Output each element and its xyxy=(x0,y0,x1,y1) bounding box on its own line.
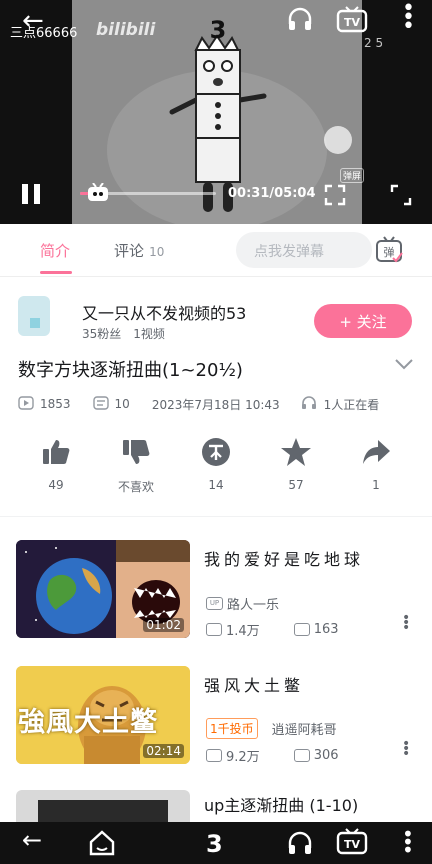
uploader-videos: 1视频 xyxy=(133,327,165,341)
share-button[interactable]: 1 xyxy=(346,436,406,492)
video-stats: 1853 10 2023年7月18日 10:43 1人正在看 xyxy=(18,394,379,414)
play-count: 1853 xyxy=(40,397,71,411)
overlay-username: 三点66666 xyxy=(10,26,78,41)
more-options-icon[interactable]: • • • xyxy=(402,737,410,761)
tab-intro-label: 简介 xyxy=(40,242,71,260)
view-count: 1.4万 xyxy=(226,624,260,639)
page-indicator: 2 5 xyxy=(364,36,384,50)
dislike-button[interactable]: 不喜欢 xyxy=(106,436,166,495)
coin-badge: 1千投币 xyxy=(206,718,258,739)
on-screen-number: 3 xyxy=(206,830,223,858)
danmaku-screen-button[interactable]: 弹屏 xyxy=(340,168,365,183)
svg-text:TV: TV xyxy=(344,16,361,29)
tv-cast-icon[interactable]: TV xyxy=(336,828,368,860)
on-screen-number: 3 xyxy=(210,16,227,44)
svg-text:TV: TV xyxy=(344,838,361,851)
uploader-name[interactable]: 又一只从不发视频的53 xyxy=(82,300,246,324)
danmaku-toggle-icon[interactable]: 弹 xyxy=(374,236,404,268)
headphones-icon[interactable] xyxy=(286,830,314,860)
share-count: 1 xyxy=(372,478,380,492)
more-vertical-icon[interactable]: • • • xyxy=(402,824,414,860)
more-vertical-icon[interactable]: • • • xyxy=(402,0,415,38)
recommendation-card[interactable]: 01:02 我的爱好是吃地球 UP 路人一乐 1.4万 163 • • • xyxy=(0,532,432,650)
recommendation-author: UP 路人一乐 xyxy=(206,594,279,613)
like-count: 49 xyxy=(48,478,64,492)
danmaku-count-icon xyxy=(293,749,310,762)
recommendation-title[interactable]: 强风大土鳖 xyxy=(204,672,304,696)
recommendation-stats: 9.2万 306 xyxy=(206,746,339,765)
view-count: 9.2万 xyxy=(226,750,260,765)
bilibili-watermark: bilibili xyxy=(96,20,156,40)
svg-text:弹: 弹 xyxy=(384,245,395,259)
danmaku-count-icon xyxy=(92,395,109,414)
danmaku-input[interactable]: 点我发弹幕 xyxy=(236,232,372,268)
like-button[interactable]: 49 xyxy=(26,436,86,492)
bottom-overlay-bar: ← 3 TV • • • xyxy=(0,822,432,864)
headphones-icon[interactable] xyxy=(286,6,314,36)
recommendation-title[interactable]: up主逐渐扭曲 (1-10) xyxy=(204,792,358,816)
danmaku-input-placeholder: 点我发弹幕 xyxy=(254,244,324,260)
play-count-icon xyxy=(206,623,222,636)
favorite-button[interactable]: 57 xyxy=(266,436,326,492)
comment-count: 10 xyxy=(149,245,165,259)
uploader-avatar[interactable] xyxy=(18,296,50,336)
dislike-label: 不喜欢 xyxy=(117,480,154,494)
author-name: 路人一乐 xyxy=(227,598,280,613)
tv-cast-icon[interactable]: TV xyxy=(336,6,368,38)
coin-icon xyxy=(202,438,230,466)
tab-comments[interactable]: 评论 10 xyxy=(114,240,164,261)
favorite-count: 57 xyxy=(288,478,304,492)
danmaku-count-icon xyxy=(293,623,310,636)
follow-button[interactable]: + 关注 xyxy=(314,304,412,338)
pause-icon[interactable] xyxy=(20,182,42,210)
video-thumbnail[interactable]: 01:02 xyxy=(16,540,190,638)
tab-comments-label: 评论 xyxy=(114,242,145,260)
back-icon[interactable]: ← xyxy=(22,826,42,854)
video-duration: 01:02 xyxy=(143,618,184,632)
thumbnail-caption: 強風大土鳖 xyxy=(18,707,158,738)
up-icon: UP xyxy=(206,597,223,610)
publish-date: 2023年7月18日 10:43 xyxy=(151,397,280,412)
star-icon xyxy=(281,438,311,466)
recommendation-stats: 1.4万 163 xyxy=(206,620,339,639)
seek-thumb-tv-icon[interactable] xyxy=(86,182,110,207)
tab-bar: 简介 评论 10 点我发弹幕 弹 xyxy=(0,224,432,277)
video-title: 数字方块逐渐扭曲(1~20½) xyxy=(18,360,243,381)
recommendation-author: 1千投币 逍遥阿耗哥 xyxy=(206,718,337,739)
video-thumbnail[interactable]: 強風大土鳖 02:14 xyxy=(16,666,190,764)
danmaku-count: 10 xyxy=(114,397,130,411)
tab-intro[interactable]: 简介 xyxy=(40,240,72,274)
recommendation-card[interactable]: up主逐渐扭曲 (1-10) xyxy=(0,782,432,822)
home-icon[interactable] xyxy=(88,828,116,860)
play-count-icon xyxy=(18,395,34,414)
author-name: 逍遥阿耗哥 xyxy=(271,723,337,738)
fullscreen-icon[interactable] xyxy=(390,184,412,210)
recommendation-card[interactable]: 強風大土鳖 02:14 强风大土鳖 1千投币 逍遥阿耗哥 9.2万 306 • •… xyxy=(0,658,432,776)
danmaku-count: 306 xyxy=(313,748,339,763)
headset-icon xyxy=(300,394,318,414)
coin-button[interactable]: 14 xyxy=(186,436,246,492)
video-thumbnail[interactable] xyxy=(16,790,190,822)
video-duration: 02:14 xyxy=(143,744,184,758)
watching-count: 1人正在看 xyxy=(323,397,380,412)
divider xyxy=(0,516,432,517)
share-icon xyxy=(363,440,390,464)
thumb-up-icon xyxy=(43,440,70,464)
fit-screen-icon[interactable] xyxy=(324,184,346,210)
coin-count: 14 xyxy=(208,478,224,492)
chevron-down-icon[interactable] xyxy=(394,356,414,375)
uploader-fans: 35粉丝 xyxy=(82,327,122,341)
time-display: 00:31/05:04 xyxy=(228,186,316,201)
play-count-icon xyxy=(206,749,222,762)
thumb-down-icon xyxy=(123,440,150,464)
danmaku-count: 163 xyxy=(313,622,339,637)
recommendation-title[interactable]: 我的爱好是吃地球 xyxy=(204,546,364,570)
more-options-icon[interactable]: • • • xyxy=(402,611,410,635)
tab-active-indicator xyxy=(40,271,72,274)
video-player[interactable]: 3 ← 三点66666 bilibili TV 2 5 • • • 00:31/05… xyxy=(0,0,432,224)
